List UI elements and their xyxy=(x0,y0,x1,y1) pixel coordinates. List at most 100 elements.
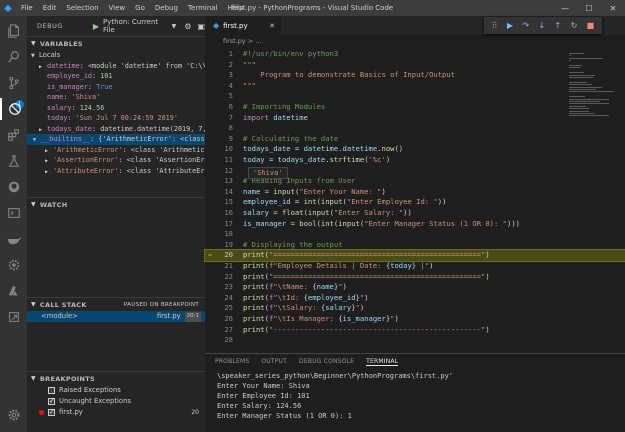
code-line[interactable]: 26 print(f"\tIs Manager: {is_manager}") xyxy=(205,314,625,325)
code-line[interactable]: 10 todays_date = datetime.datetime.now() xyxy=(205,144,625,155)
step-into-icon[interactable]: ↓ xyxy=(538,17,545,34)
watch-section-header[interactable]: ▼ WATCH xyxy=(27,197,205,211)
variable-row[interactable]: ▶ datetime: <module 'datetime' from 'C:\\… xyxy=(27,61,205,72)
variable-row[interactable]: name: 'Shiva' xyxy=(27,92,205,103)
code-line[interactable]: 8 xyxy=(205,123,625,134)
debug-icon[interactable] xyxy=(0,98,27,120)
code-line[interactable]: 11 today = todays_date.strftime('%c') xyxy=(205,155,625,166)
maximize-icon[interactable]: ☐ xyxy=(577,0,601,16)
github-icon[interactable] xyxy=(0,176,27,198)
code-line[interactable]: 22 print("===============================… xyxy=(205,272,625,283)
continue-icon[interactable]: ▶ xyxy=(507,17,513,34)
extensions-icon[interactable] xyxy=(0,124,27,146)
start-debugging-icon[interactable]: ▶ xyxy=(93,22,99,31)
restart-icon[interactable]: ↻ xyxy=(571,17,578,34)
code-line[interactable]: 18 xyxy=(205,229,625,240)
stack-frame[interactable]: <module> first.py 20:1 xyxy=(27,311,205,322)
debug-console-icon[interactable]: ▣ xyxy=(197,22,205,31)
code-line[interactable]: 24 print(f"\tId: {employee_id}") xyxy=(205,293,625,304)
variable-row[interactable]: salary: 124.56 xyxy=(27,103,205,114)
builtins-variable[interactable]: ▼ __builtins__: {'ArithmeticError': <clas… xyxy=(27,134,205,145)
breakpoint-checkbox[interactable] xyxy=(48,387,55,394)
variable-row[interactable]: is_manager: True xyxy=(27,82,205,93)
tab-debug-console[interactable]: DEBUG CONSOLE xyxy=(299,358,354,365)
variables-section-header[interactable]: ▼ VARIABLES xyxy=(27,36,205,50)
minimize-icon[interactable]: — xyxy=(553,0,577,16)
code-line[interactable]: 2 """ xyxy=(205,60,625,71)
gear-icon[interactable]: ⚙ xyxy=(184,22,191,31)
code-line[interactable]: 14 name = input("Enter Your Name: ") xyxy=(205,187,625,198)
builtins-entry[interactable]: ▶ 'AttributeError': <class 'AttributeErro… xyxy=(27,166,205,177)
code-line[interactable]: 25 print(f"\tSalary: {salary}") xyxy=(205,303,625,314)
manage-gear-icon[interactable] xyxy=(0,404,27,426)
menu-go[interactable]: Go xyxy=(130,0,150,16)
breakpoint-checkbox[interactable] xyxy=(48,396,55,407)
variable-row[interactable]: today: 'Sun Jul 7 00:24:59 2019' xyxy=(27,113,205,124)
azure-icon[interactable] xyxy=(0,280,27,302)
code-line[interactable]: 4 """ xyxy=(205,81,625,92)
code-editor[interactable]: 1 #!/usr/bin/env python3 2 """ 3 Program to … xyxy=(204,47,625,344)
debug-config-select[interactable]: Python: Current File xyxy=(103,18,169,34)
deploy-icon[interactable] xyxy=(0,306,27,328)
line-number: 1 xyxy=(228,49,233,58)
step-over-icon[interactable]: ↷ xyxy=(522,17,529,34)
remote-explorer-icon[interactable] xyxy=(0,202,27,224)
breakpoint-checkbox[interactable] xyxy=(48,407,55,418)
menu-view[interactable]: View xyxy=(104,0,131,16)
tab-output[interactable]: OUTPUT xyxy=(261,358,287,365)
code-text: today = todays_date.strftime('%c') xyxy=(243,155,391,164)
code-line[interactable]: 16 salary = float(input("Enter Salary: ")… xyxy=(205,208,625,219)
step-out-icon[interactable]: ↑ xyxy=(555,17,562,34)
search-icon[interactable] xyxy=(0,46,27,68)
code-line[interactable]: 27 print("-------------------------------… xyxy=(205,325,625,336)
chevron-down-icon[interactable]: ▼ xyxy=(172,23,177,30)
builtins-entry[interactable]: ▶ 'ArithmeticError': <class 'ArithmeticEr… xyxy=(27,145,205,156)
menu-edit[interactable]: Edit xyxy=(38,0,62,16)
minimap[interactable] xyxy=(565,47,625,337)
breadcrumb[interactable]: first.py > ... xyxy=(205,35,262,47)
code-line[interactable]: 19 # Displaying the output xyxy=(205,240,625,251)
stop-icon[interactable]: ■ xyxy=(587,17,595,34)
code-line[interactable]: 3 Program to demonstrate Basics of Input… xyxy=(205,70,625,81)
breakpoint-item[interactable]: first.py 20 xyxy=(27,407,205,418)
code-line[interactable]: 23 print(f"\tName: {name}") xyxy=(205,282,625,293)
menu-file[interactable]: File xyxy=(16,0,38,16)
close-window-icon[interactable]: ✕ xyxy=(601,0,625,16)
code-line[interactable]: 17 is_manager = bool(int(input("Enter Man… xyxy=(205,219,625,230)
settings-sync-icon[interactable] xyxy=(0,254,27,276)
breakpoints-section-header[interactable]: ▼ BREAKPOINTS xyxy=(27,371,205,385)
code-line[interactable]: 5 xyxy=(205,91,625,102)
files-icon[interactable] xyxy=(0,20,27,42)
line-number: 26 xyxy=(224,314,233,323)
tab-first-py[interactable]: ◆ first.py ✕ xyxy=(205,16,281,35)
code-line[interactable]: 20 print("===============================… xyxy=(204,249,625,262)
terminal[interactable]: \speaker_series_python\Beginner\PythonPr… xyxy=(205,369,625,421)
tab-terminal[interactable]: TERMINAL xyxy=(366,358,399,366)
menu-debug[interactable]: Debug xyxy=(150,0,183,16)
code-line[interactable]: 7 import datetime xyxy=(205,113,625,124)
callstack-section-header[interactable]: ▼ CALL STACK PAUSED ON BREAKPOINT xyxy=(27,297,205,311)
code-line[interactable]: 21 print(f"Employee Details | Date: {toda… xyxy=(205,261,625,272)
breakpoint-item[interactable]: Raised Exceptions xyxy=(27,385,205,396)
menu-help[interactable]: Help xyxy=(223,0,249,16)
tab-problems[interactable]: PROBLEMS xyxy=(215,358,249,365)
source-control-icon[interactable] xyxy=(0,72,27,94)
code-line[interactable]: 1 #!/usr/bin/env python3 xyxy=(205,49,625,60)
menu-selection[interactable]: Selection xyxy=(61,0,103,16)
code-text: # Displaying the output xyxy=(243,239,343,249)
code-line[interactable]: 6 # Importing Modules xyxy=(205,102,625,113)
code-line[interactable]: 28 xyxy=(205,335,625,346)
variable-row[interactable]: ▶ todays_date: datetime.datetime(2019, 7,… xyxy=(27,124,205,135)
builtins-entry[interactable]: ▶ 'AssertionError': <class 'AssertionErro… xyxy=(27,155,205,166)
variable-row[interactable]: employee_id: 101 xyxy=(27,71,205,82)
test-flask-icon[interactable] xyxy=(0,150,27,172)
code-line[interactable]: 15 employee_id = int(input("Enter Employe… xyxy=(205,197,625,208)
menu-terminal[interactable]: Terminal xyxy=(183,0,223,16)
close-icon[interactable]: ✕ xyxy=(269,22,275,30)
code-line[interactable]: 9 # Calculating the date xyxy=(205,134,625,145)
docker-icon[interactable] xyxy=(0,228,27,250)
code-text: print(f"\tName: {name}") xyxy=(243,282,347,292)
locals-scope[interactable]: ▼ Locals xyxy=(27,50,205,61)
line-number: 27 xyxy=(224,324,233,334)
breakpoint-item[interactable]: Uncaught Exceptions xyxy=(27,396,205,407)
